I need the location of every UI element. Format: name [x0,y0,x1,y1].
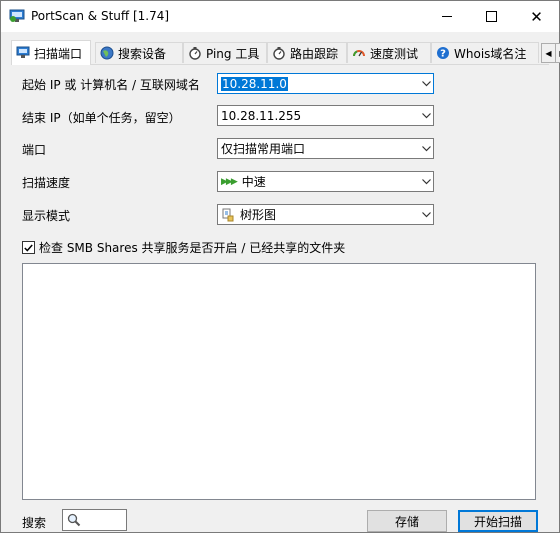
close-button[interactable]: ✕ [514,1,559,32]
checkmark-icon [24,244,33,252]
end-ip-combo[interactable]: 10.28.11.255 [217,105,434,126]
start-ip-value: 10.28.11.0 [221,76,288,91]
close-icon: ✕ [530,7,543,26]
speedometer-icon [353,50,365,57]
search-label: 搜索 [22,516,47,530]
tab-whois[interactable]: ? Whois域名注 [431,42,539,63]
minimize-button[interactable] [424,1,469,32]
app-window: PortScan & Stuff [1.74] ✕ 扫描端口 搜索设备 Ping… [0,0,560,533]
window-title: PortScan & Stuff [1.74] [31,9,170,23]
chevron-down-icon[interactable] [419,205,433,224]
tab-scan-ports[interactable]: 扫描端口 [11,40,91,65]
tab-bar: 扫描端口 搜索设备 Ping 工具 路由跟踪 速度测试 ? Whois域名注 ◀ [11,40,560,65]
end-ip-value: 10.28.11.255 [221,108,302,123]
display-mode-value: 树形图 [240,208,277,222]
maximize-button[interactable] [469,1,514,32]
display-mode-select[interactable]: 树形图 [217,204,434,225]
smb-check-row[interactable]: 检查 SMB Shares 共享服务是否开启 / 已经共享的文件夹 [22,239,345,256]
tab-label: 扫描端口 [34,46,83,61]
minimize-icon [441,16,452,17]
tab-scroll-left-button[interactable]: ◀ [541,43,556,63]
tab-search-devices[interactable]: 搜索设备 [95,42,183,63]
tab-label: Ping 工具 [206,46,260,61]
globe-icon [100,46,114,60]
app-icon [9,9,25,22]
save-button[interactable]: 存储 [367,510,447,532]
port-label: 端口 [22,143,47,157]
search-input[interactable] [62,509,127,531]
scan-speed-label: 扫描速度 [22,176,71,190]
network-scan-icon [16,46,30,58]
start-ip-combo[interactable]: 10.28.11.0 [217,73,434,94]
chevron-down-icon[interactable] [419,74,433,93]
port-value: 仅扫描常用端口 [221,142,306,156]
maximize-icon [486,11,497,22]
tab-label: 速度测试 [370,46,419,61]
scan-speed-select[interactable]: ▶▶▶ 中速 [217,171,434,192]
start-ip-label: 起始 IP 或 计算机名 / 互联网域名 [22,78,200,92]
start-scan-button[interactable]: 开始扫描 [458,510,538,532]
stopwatch-icon [273,47,285,60]
chevron-down-icon[interactable] [419,139,433,158]
smb-checkbox[interactable] [22,241,35,254]
chevron-down-icon[interactable] [419,106,433,125]
display-mode-label: 显示模式 [22,209,71,223]
tab-traceroute[interactable]: 路由跟踪 [267,42,347,63]
search-icon [67,513,81,527]
title-bar[interactable]: PortScan & Stuff [1.74] ✕ [1,1,559,32]
speed-arrows-icon: ▶▶▶ [221,176,238,187]
chevron-down-icon[interactable] [419,172,433,191]
help-icon: ? [437,47,449,60]
scan-speed-value: 中速 [241,175,266,189]
end-ip-label: 结束 IP（如单个任务，留空） [22,111,181,125]
svg-text:?: ? [440,49,446,60]
tree-view-icon [222,208,234,221]
stopwatch-icon [189,47,201,60]
chevron-left-icon: ◀ [545,48,552,58]
smb-check-label: 检查 SMB Shares 共享服务是否开启 / 已经共享的文件夹 [39,241,346,255]
tab-speed-test[interactable]: 速度测试 [347,42,431,63]
tab-label: Whois域名注 [454,46,527,61]
tab-label: 路由跟踪 [290,46,339,61]
tab-scroll-right-button[interactable]: ▶ [555,43,560,63]
tab-ping-tool[interactable]: Ping 工具 [183,42,267,63]
results-list[interactable] [22,263,536,500]
tab-label: 搜索设备 [118,46,167,61]
port-select[interactable]: 仅扫描常用端口 [217,138,434,159]
